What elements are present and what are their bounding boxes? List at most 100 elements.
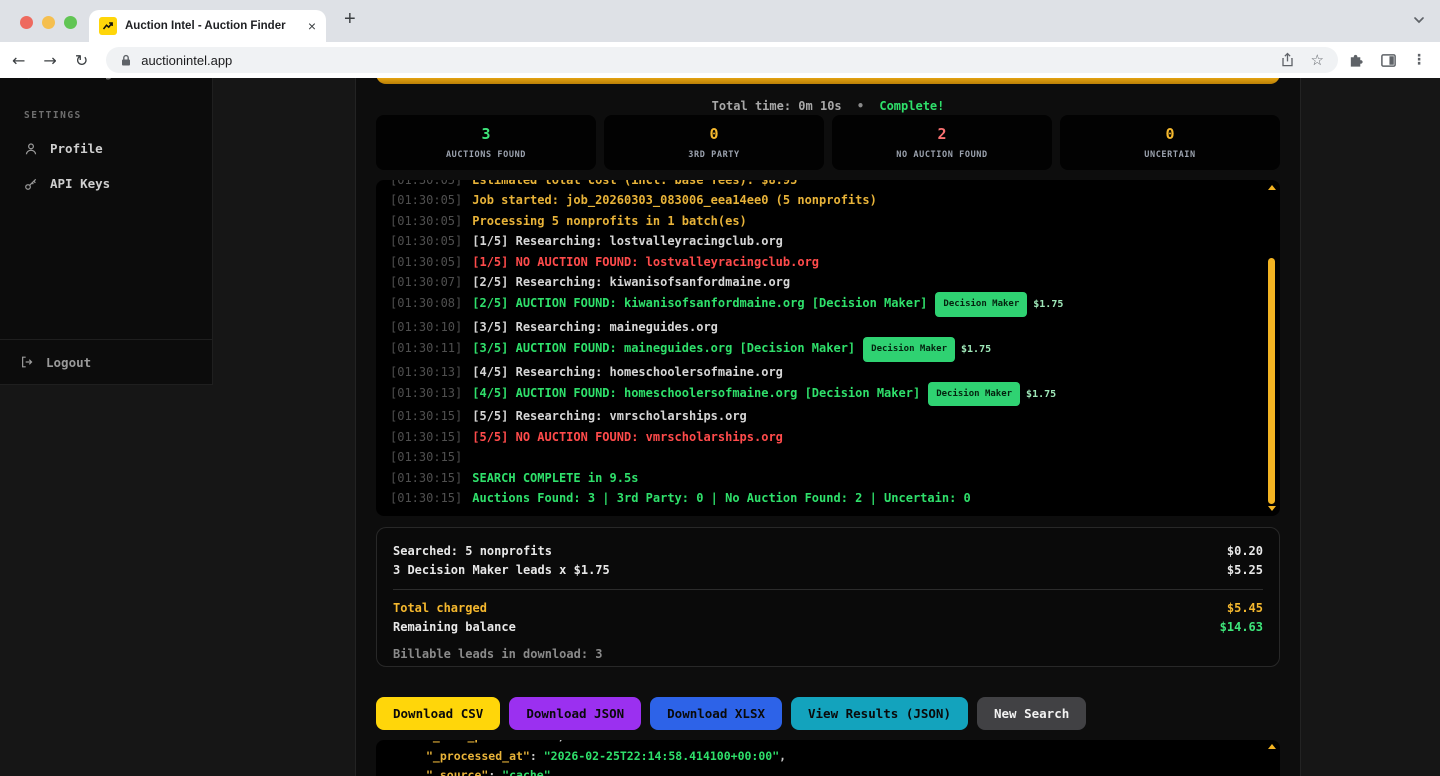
log-row: [01:30:13] [4/5] Researching: homeschoole… bbox=[390, 362, 1254, 382]
billing-line-amount: $5.25 bbox=[1227, 561, 1263, 580]
stat-card-auctions-found: 3AUCTIONS FOUND bbox=[376, 115, 596, 170]
scroll-up-arrow-icon[interactable] bbox=[1268, 185, 1276, 190]
log-timestamp: [01:30:05] bbox=[390, 234, 462, 248]
json-line: "_source": "cache", bbox=[390, 766, 1254, 776]
billing-total-amount: $5.45 bbox=[1227, 599, 1263, 618]
bookmark-star-icon[interactable]: ☆ bbox=[1311, 51, 1324, 69]
json-key: "_lead_price" bbox=[426, 740, 516, 743]
total-time-text: Total time: 0m 10s bbox=[712, 99, 842, 113]
log-timestamp: [01:30:11] bbox=[390, 341, 462, 355]
decision-maker-badge: Decision Maker bbox=[863, 337, 955, 361]
log-timestamp: [01:30:15] bbox=[390, 471, 462, 485]
window-zoom-button[interactable] bbox=[64, 16, 77, 29]
new-search-button[interactable]: New Search bbox=[977, 697, 1086, 730]
log-message: [1/5] Researching: lostvalleyracingclub.… bbox=[472, 234, 783, 248]
log-message: Processing 5 nonprofits in 1 batch(es) bbox=[472, 214, 747, 228]
log-row: [01:30:15][5/5] NO AUCTION FOUND: vmrsch… bbox=[390, 427, 1254, 447]
extensions-puzzle-icon[interactable] bbox=[1348, 52, 1365, 69]
forward-button[interactable]: → bbox=[43, 51, 56, 70]
billing-line-amount: $0.20 bbox=[1227, 542, 1263, 561]
tab-search-chevron-icon[interactable] bbox=[1412, 13, 1426, 27]
stat-label: 3RD PARTY bbox=[688, 150, 739, 160]
main-content: Total time: 0m 10s • Complete! 3AUCTIONS… bbox=[355, 78, 1301, 776]
log-console[interactable]: [01:30:05] Estimated total cost (incl. ba… bbox=[376, 180, 1280, 516]
log-row: [01:30:10][3/5] Researching: maineguides… bbox=[390, 317, 1254, 337]
log-timestamp: [01:30:13] bbox=[390, 365, 462, 379]
results-json-panel[interactable]: "_lead_price": 1.75,"_processed_at": "20… bbox=[376, 740, 1280, 776]
merge-icon bbox=[22, 78, 35, 80]
stat-cards-row: 3AUCTIONS FOUND03RD PARTY 2 NO AUCTION FOU… bbox=[376, 115, 1280, 170]
back-button[interactable]: ← bbox=[12, 51, 25, 70]
browser-menu-kebab-icon[interactable]: ⋮ bbox=[1412, 52, 1426, 68]
log-row: [01:30:05] Processing 5 nonprofits in 1 b… bbox=[390, 211, 1254, 231]
log-timestamp: [01:30:13] bbox=[390, 386, 462, 400]
log-row: [01:30:15] bbox=[390, 447, 1254, 467]
reload-button[interactable]: ↻ bbox=[75, 51, 88, 70]
log-message: [4/5] Researching: homeschoolersofmaine.… bbox=[472, 365, 783, 379]
log-timestamp: [01:30:15] bbox=[390, 409, 462, 423]
log-row: [01:30:15]Auctions Found: 3 | 3rd Party:… bbox=[390, 488, 1254, 508]
address-bar[interactable]: auctionintel.app ☆ bbox=[106, 47, 1338, 73]
sidebar-item-label: API Keys bbox=[50, 176, 110, 191]
log-timestamp: [01:30:07] bbox=[390, 275, 462, 289]
new-tab-button[interactable]: + bbox=[344, 8, 356, 31]
log-row: [01:30:15][5/5] Researching: vmrscholars… bbox=[390, 406, 1254, 426]
status-bullet: • bbox=[857, 99, 864, 113]
sidebar-item-label: Profile bbox=[50, 141, 103, 156]
log-row: [01:30:11] [3/5] AUCTION FOUND: maineguid… bbox=[390, 337, 1254, 361]
complete-text: Complete! bbox=[879, 99, 944, 113]
log-message: [3/5] AUCTION FOUND: maineguides.org [De… bbox=[472, 341, 855, 355]
progress-bar bbox=[376, 78, 1280, 84]
decision-maker-badge: Decision Maker bbox=[928, 382, 1020, 406]
log-row: [01:30:08][2/5] AUCTION FOUND: kiwanisof… bbox=[390, 292, 1254, 316]
side-panel-icon[interactable] bbox=[1380, 52, 1397, 69]
json-comma: , bbox=[551, 768, 558, 776]
view-results-json-button[interactable]: View Results (JSON) bbox=[791, 697, 968, 730]
json-separator: : bbox=[516, 740, 530, 743]
stat-label: UNCERTAIN bbox=[1144, 150, 1195, 160]
download-xlsx-button[interactable]: Download XLSX bbox=[650, 697, 782, 730]
sidebar-item-feed-merger[interactable]: Feed Merger bbox=[22, 78, 126, 80]
key-icon bbox=[24, 177, 38, 191]
stat-card-3rd-party: 03RD PARTY bbox=[604, 115, 824, 170]
log-message: [4/5] AUCTION FOUND: homeschoolersofmain… bbox=[472, 386, 920, 400]
billing-line: 3 Decision Maker leads x $1.75$5.25 bbox=[393, 561, 1263, 580]
log-row: [01:30:05]Job started: job_20260303_0830… bbox=[390, 190, 1254, 210]
log-row: [01:30:13] [4/5] AUCTION FOUND: homeschoo… bbox=[390, 382, 1254, 406]
window-close-button[interactable] bbox=[20, 16, 33, 29]
tab-close-icon[interactable]: × bbox=[308, 18, 316, 34]
json-comma: , bbox=[779, 749, 786, 763]
json-separator: : bbox=[530, 749, 544, 763]
log-scrollbar-thumb[interactable] bbox=[1268, 258, 1275, 504]
trending-up-favicon-icon bbox=[99, 17, 117, 35]
browser-tab[interactable]: Auction Intel - Auction Finder × bbox=[89, 10, 326, 42]
share-icon[interactable] bbox=[1280, 52, 1295, 68]
json-separator: : bbox=[488, 768, 502, 776]
log-timestamp: [01:30:05] bbox=[390, 214, 462, 228]
log-row: [01:30:05]Estimated total cost (incl. ba… bbox=[390, 180, 1254, 190]
window-controls bbox=[20, 16, 77, 29]
billable-leads-note: Billable leads in download: 3 bbox=[393, 645, 1263, 664]
lead-price: $1.75 bbox=[1033, 299, 1063, 310]
settings-section-header: SETTINGS bbox=[24, 110, 212, 121]
window-minimize-button[interactable] bbox=[42, 16, 55, 29]
log-message: Estimated total cost (incl. base fees): … bbox=[472, 180, 797, 187]
download-csv-button[interactable]: Download CSV bbox=[376, 697, 500, 730]
tab-strip: Auction Intel - Auction Finder × + bbox=[0, 0, 1440, 42]
json-scroll-up-arrow-icon[interactable] bbox=[1268, 744, 1276, 749]
logout-icon bbox=[20, 355, 34, 369]
sidebar-item-profile[interactable]: Profile bbox=[24, 141, 212, 156]
stat-card-uncertain: 0UNCERTAIN bbox=[1060, 115, 1280, 170]
log-message: Auctions Found: 3 | 3rd Party: 0 | No Au… bbox=[472, 491, 971, 505]
stat-label: NO AUCTION FOUND bbox=[896, 150, 987, 160]
json-line: "_processed_at": "2026-02-25T22:14:58.41… bbox=[390, 747, 1254, 767]
log-message: [1/5] NO AUCTION FOUND: lostvalleyracing… bbox=[472, 255, 819, 269]
billing-summary: Searched: 5 nonprofits$0.203 Decision Ma… bbox=[376, 527, 1280, 667]
url-text[interactable]: auctionintel.app bbox=[141, 53, 1263, 68]
scroll-down-arrow-icon[interactable] bbox=[1268, 506, 1276, 511]
sidebar-item-api-keys[interactable]: API Keys bbox=[24, 176, 212, 191]
download-json-button[interactable]: Download JSON bbox=[509, 697, 641, 730]
json-comma: , bbox=[558, 740, 565, 743]
stat-value: 2 bbox=[937, 125, 946, 143]
logout-button[interactable]: Logout bbox=[0, 339, 212, 384]
